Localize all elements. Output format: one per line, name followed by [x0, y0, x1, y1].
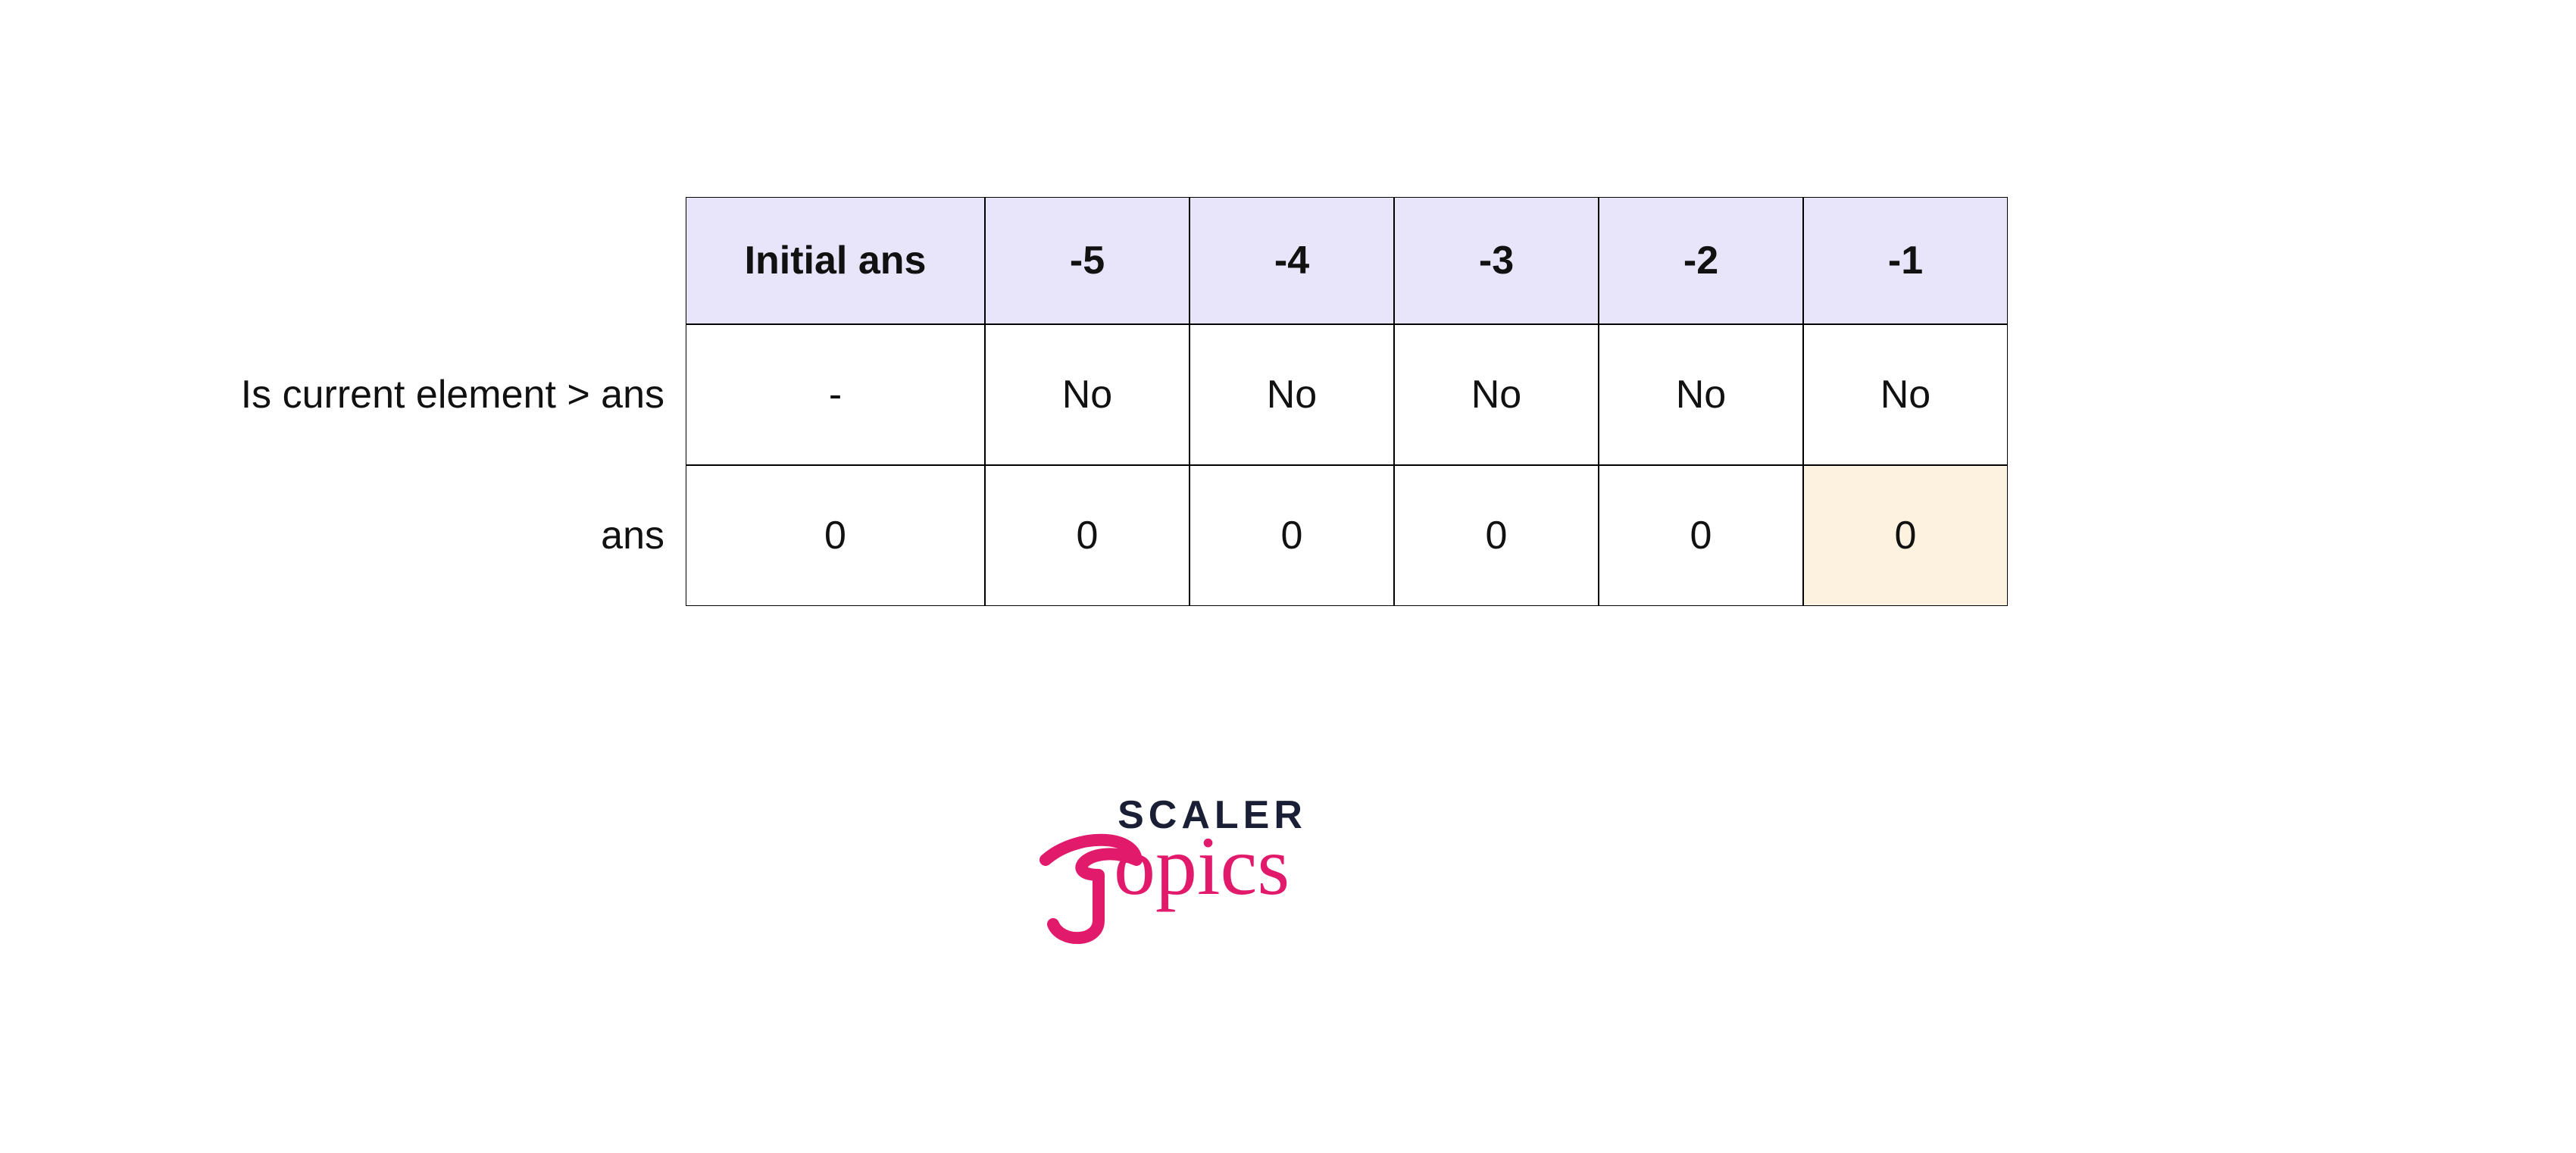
column-header: -5 — [985, 197, 1190, 324]
table-cell: - — [686, 324, 985, 465]
column-header: -2 — [1599, 197, 1803, 324]
table-cell: 0 — [686, 465, 985, 606]
column-header: -4 — [1190, 197, 1394, 324]
table-cell: No — [985, 324, 1190, 465]
logo-text-topics: opics — [1061, 826, 1364, 924]
table-cell: 0 — [1190, 465, 1394, 606]
table-row: ans 0 0 0 0 0 0 — [220, 465, 2008, 606]
algorithm-trace-table: Initial ans -5 -4 -3 -2 -1 Is current el… — [220, 197, 2008, 606]
table-header-row: Initial ans -5 -4 -3 -2 -1 — [220, 197, 2008, 324]
topics-script-icon: opics — [1015, 818, 1409, 947]
header-empty-label — [220, 197, 686, 324]
table-cell-highlight: 0 — [1803, 465, 2008, 606]
table-cell: No — [1190, 324, 1394, 465]
column-header: -1 — [1803, 197, 2008, 324]
table-cell: No — [1803, 324, 2008, 465]
table-cell: No — [1599, 324, 1803, 465]
column-header: -3 — [1394, 197, 1599, 324]
row-label: Is current element > ans — [220, 324, 686, 465]
table-cell: 0 — [1599, 465, 1803, 606]
table-cell: 0 — [985, 465, 1190, 606]
scaler-topics-logo: SCALER opics — [1061, 795, 1364, 924]
row-label: ans — [220, 465, 686, 606]
table-cell: 0 — [1394, 465, 1599, 606]
column-header: Initial ans — [686, 197, 985, 324]
topics-word: opics — [1114, 820, 1290, 912]
table-cell: No — [1394, 324, 1599, 465]
table-row: Is current element > ans - No No No No N… — [220, 324, 2008, 465]
